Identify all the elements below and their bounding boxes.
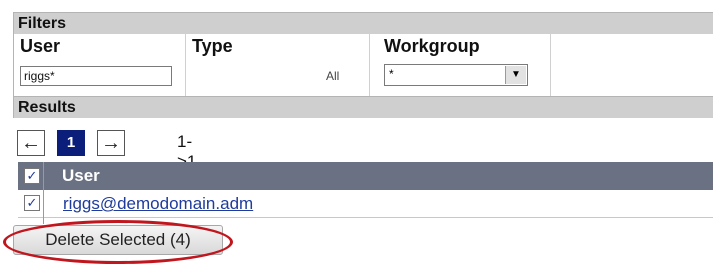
next-page-button[interactable]: → xyxy=(97,130,125,156)
row-select-checkbox[interactable]: ✓ xyxy=(24,195,40,211)
user-filter-input[interactable] xyxy=(20,66,172,86)
filter-user-column: User xyxy=(14,34,186,96)
type-filter-value[interactable]: All xyxy=(326,69,339,83)
delete-selected-button[interactable]: Delete Selected (4) xyxy=(13,225,223,255)
results-table-header: ✓ User xyxy=(18,162,713,190)
dropdown-arrow-icon[interactable]: ▼ xyxy=(505,66,526,84)
results-section-header: Results xyxy=(13,96,713,118)
workgroup-select[interactable]: * ▼ xyxy=(384,64,528,86)
filter-workgroup-column: Workgroup * ▼ xyxy=(370,34,551,96)
table-column-divider xyxy=(43,162,44,224)
workgroup-selected-value: * xyxy=(389,67,394,81)
filters-body: User Type All Workgroup * ▼ xyxy=(13,34,713,96)
filter-type-label: Type xyxy=(192,36,233,56)
filters-results-panel: Filters User Type All Workgroup * ▼ Resu… xyxy=(3,12,713,266)
filter-type-column: Type All xyxy=(186,34,370,96)
filters-section-header: Filters xyxy=(13,12,713,34)
row-user-link[interactable]: riggs@demodomain.adm xyxy=(63,194,253,214)
filter-user-label: User xyxy=(20,36,61,56)
filter-workgroup-label: Workgroup xyxy=(384,36,480,56)
select-all-checkbox[interactable]: ✓ xyxy=(24,168,40,184)
table-row: ✓ riggs@demodomain.adm xyxy=(18,190,713,218)
column-header-user[interactable]: User xyxy=(62,162,100,190)
page-1-button[interactable]: 1 xyxy=(57,130,85,156)
prev-page-button[interactable]: ← xyxy=(17,130,45,156)
